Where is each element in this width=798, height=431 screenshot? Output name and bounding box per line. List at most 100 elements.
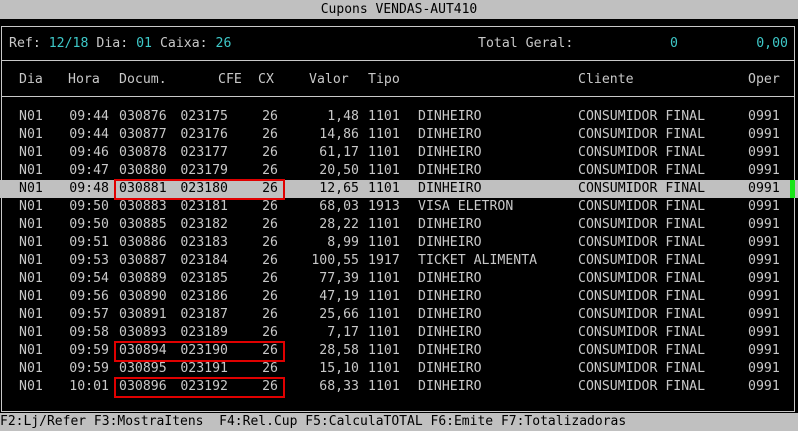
f2-key[interactable]: F2:Lj/Refer bbox=[0, 414, 86, 429]
total-label: Total Geral: bbox=[478, 36, 574, 51]
cell-tipo: 1101 bbox=[368, 163, 400, 178]
cell-hora: 09:58 bbox=[69, 325, 109, 340]
cell-cx: 26 bbox=[262, 235, 278, 250]
cell-docum: 030886 bbox=[119, 235, 167, 250]
cell-tipo: 1917 bbox=[368, 253, 400, 268]
cell-oper: 0991 bbox=[748, 217, 780, 232]
cell-cfe: 023177 bbox=[180, 145, 228, 160]
cell-oper: 0991 bbox=[748, 181, 780, 196]
cell-cfe: 023179 bbox=[180, 163, 228, 178]
cell-oper: 0991 bbox=[748, 379, 780, 394]
cell-cfe: 023191 bbox=[180, 361, 228, 376]
table-row[interactable]: N01 09:59 030894 023190 26 28,58 1101 DINHEIRO C… bbox=[0, 341, 798, 362]
cell-tipo: 1101 bbox=[368, 271, 400, 286]
cell-cx: 26 bbox=[262, 325, 278, 340]
cell-valor: 8,99 bbox=[327, 235, 359, 250]
cell-valor: 68,03 bbox=[319, 199, 359, 214]
col-dia: Dia bbox=[19, 72, 43, 87]
cell-cliente: CONSUMIDOR FINAL bbox=[578, 379, 706, 394]
table-row[interactable]: N01 09:48 030881 023180 26 12,65 1101 DINHEIRO C… bbox=[0, 179, 798, 200]
f4-key[interactable]: F4:Rel.Cup bbox=[219, 414, 297, 429]
table-row[interactable]: N01 09:58 030893 023189 26 7,17 1101 DINHEIRO CO… bbox=[0, 324, 798, 342]
cell-dia: N01 bbox=[19, 379, 43, 394]
window-title: Cupons VENDAS-AUT410 bbox=[0, 0, 798, 19]
cell-hora: 09:48 bbox=[69, 181, 109, 196]
cell-docum: 030889 bbox=[119, 271, 167, 286]
cell-docum: 030880 bbox=[119, 163, 167, 178]
cell-hora: 09:56 bbox=[69, 289, 109, 304]
cell-cx: 26 bbox=[262, 217, 278, 232]
f7-key[interactable]: F7:Totalizadoras bbox=[501, 414, 626, 429]
cell-hora: 09:44 bbox=[69, 109, 109, 124]
cell-hora: 09:50 bbox=[69, 217, 109, 232]
cell-desc: DINHEIRO bbox=[418, 271, 482, 286]
table-row[interactable]: N01 09:57 030891 023187 26 25,66 1101 DINHEIRO C… bbox=[0, 306, 798, 324]
cell-dia: N01 bbox=[19, 289, 43, 304]
cell-cfe: 023189 bbox=[180, 325, 228, 340]
table-row[interactable]: N01 09:59 030895 023191 26 15,10 1101 DINHEIRO C… bbox=[0, 360, 798, 378]
table-row[interactable]: N01 09:53 030887 023184 26 100,55 1917 TICKET A… bbox=[0, 252, 798, 270]
cell-desc: DINHEIRO bbox=[418, 163, 482, 178]
cell-oper: 0991 bbox=[748, 253, 780, 268]
cell-cx: 26 bbox=[262, 199, 278, 214]
cell-cliente: CONSUMIDOR FINAL bbox=[578, 271, 706, 286]
cell-docum: 030876 bbox=[119, 109, 167, 124]
cell-desc: DINHEIRO bbox=[418, 379, 482, 394]
cell-docum: 030885 bbox=[119, 217, 167, 232]
table-row[interactable]: N01 09:50 030885 023182 26 28,22 1101 DINHEIRO C… bbox=[0, 216, 798, 234]
table-row[interactable]: N01 10:01 030896 023192 26 68,33 1101 DINHEIRO C… bbox=[0, 377, 798, 398]
cell-tipo: 1101 bbox=[368, 181, 400, 196]
function-key-bar: F2:Lj/Refer F3:MostraItens F4:Rel.Cup F5… bbox=[0, 413, 798, 431]
summary-divider bbox=[1, 60, 795, 61]
cell-docum: 030895 bbox=[119, 361, 167, 376]
table-row[interactable]: N01 09:46 030878 023177 26 61,17 1101 DINHEIRO C… bbox=[0, 144, 798, 162]
col-hora: Hora bbox=[68, 72, 100, 87]
col-cx: CX bbox=[258, 72, 274, 87]
table-row[interactable]: N01 09:56 030890 023186 26 47,19 1101 DINHEIRO C… bbox=[0, 288, 798, 306]
cell-hora: 09:51 bbox=[69, 235, 109, 250]
cell-tipo: 1101 bbox=[368, 145, 400, 160]
cell-hora: 09:59 bbox=[69, 343, 109, 358]
table-row[interactable]: N01 09:44 030876 023175 26 1,48 1101 DINHEIRO CO… bbox=[0, 108, 798, 126]
cell-tipo: 1101 bbox=[368, 217, 400, 232]
cell-desc: DINHEIRO bbox=[418, 361, 482, 376]
cell-cx: 26 bbox=[262, 127, 278, 142]
scroll-indicator[interactable] bbox=[790, 180, 795, 198]
ref-label: Ref: bbox=[9, 36, 41, 51]
cell-hora: 09:53 bbox=[69, 253, 109, 268]
cell-tipo: 1101 bbox=[368, 379, 400, 394]
cell-cliente: CONSUMIDOR FINAL bbox=[578, 361, 706, 376]
cell-hora: 09:59 bbox=[69, 361, 109, 376]
table-row[interactable]: N01 09:50 030883 023181 26 68,03 1913 VISA ELET… bbox=[0, 198, 798, 216]
red-highlight-box bbox=[114, 377, 285, 398]
cell-oper: 0991 bbox=[748, 271, 780, 286]
cell-oper: 0991 bbox=[748, 145, 780, 160]
cell-cliente: CONSUMIDOR FINAL bbox=[578, 145, 706, 160]
cell-docum: 030893 bbox=[119, 325, 167, 340]
f6-key[interactable]: F6:Emite bbox=[431, 414, 494, 429]
cell-docum: 030890 bbox=[119, 289, 167, 304]
cell-cfe: 023176 bbox=[180, 127, 228, 142]
cell-tipo: 1101 bbox=[368, 325, 400, 340]
cell-cx: 26 bbox=[262, 163, 278, 178]
cell-valor: 68,33 bbox=[319, 379, 359, 394]
table-row[interactable]: N01 09:47 030880 023179 26 20,50 1101 DINHEIRO C… bbox=[0, 162, 798, 180]
cell-desc: DINHEIRO bbox=[418, 307, 482, 322]
cell-dia: N01 bbox=[19, 217, 43, 232]
cell-cliente: CONSUMIDOR FINAL bbox=[578, 199, 706, 214]
table-row[interactable]: N01 09:54 030889 023185 26 77,39 1101 DINHEIRO C… bbox=[0, 270, 798, 288]
cell-oper: 0991 bbox=[748, 235, 780, 250]
cell-cfe: 023186 bbox=[180, 289, 228, 304]
cell-desc: DINHEIRO bbox=[418, 343, 482, 358]
cell-cliente: CONSUMIDOR FINAL bbox=[578, 325, 706, 340]
col-docum: Docum. bbox=[119, 72, 167, 87]
table-row[interactable]: N01 09:44 030877 023176 26 14,86 1101 DINHEIRO C… bbox=[0, 126, 798, 144]
f3-key[interactable]: F3:MostraItens bbox=[94, 414, 204, 429]
cell-desc: DINHEIRO bbox=[418, 235, 482, 250]
table-row[interactable]: N01 09:51 030886 023183 26 8,99 1101 DINHEIRO CO… bbox=[0, 234, 798, 252]
cell-tipo: 1101 bbox=[368, 235, 400, 250]
f5-key[interactable]: F5:CalculaTOTAL bbox=[305, 414, 422, 429]
cell-cliente: CONSUMIDOR FINAL bbox=[578, 235, 706, 250]
cell-dia: N01 bbox=[19, 109, 43, 124]
cell-valor: 7,17 bbox=[327, 325, 359, 340]
